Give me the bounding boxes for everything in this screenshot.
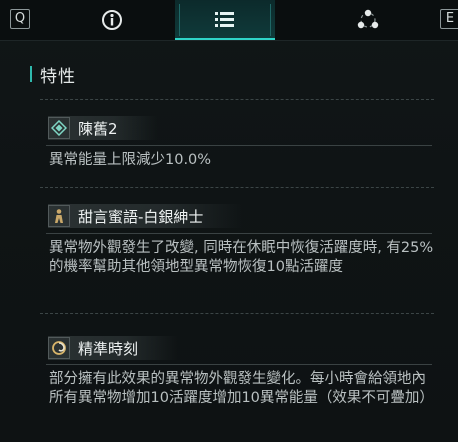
trait-separator (40, 313, 434, 314)
trait-description: 異常能量上限減少10.0% (49, 152, 212, 168)
tab-network[interactable] (338, 0, 398, 40)
trait-divider (46, 145, 432, 146)
trait-icon-frame (48, 337, 70, 359)
network-icon (357, 9, 379, 29)
diamond-icon (51, 120, 67, 136)
trait-description: 部分擁有此效果的異常物外觀發生變化。每小時會給領地內所有異常物增加10活躍度增加… (49, 371, 434, 406)
trait-header: 甜言蜜語-白銀紳士 (48, 204, 244, 228)
trait-header: 精準時刻 (48, 336, 179, 360)
trait-divider (46, 364, 432, 365)
trait-description: 異常物外觀發生了改變, 同時在休眠中恢復活躍度時, 有25%的機率幫助其他領地型… (49, 240, 434, 275)
list-icon (215, 12, 234, 27)
trait-icon-frame (48, 117, 70, 139)
tab-bar: Q E (0, 0, 458, 41)
trait-divider (46, 233, 432, 234)
section-accent-bar (30, 66, 32, 82)
trait-panel: Q E 特性 陳舊2 異常能量上限減少10.0% 甜言蜜語-白銀紳士 異常物外觀… (0, 0, 458, 442)
section-title: 特性 (40, 66, 76, 87)
info-icon (102, 10, 122, 30)
prev-tab-key-hint[interactable]: Q (10, 9, 30, 29)
trait-header: 陳舊2 (48, 116, 158, 140)
next-tab-key-hint[interactable]: E (440, 9, 458, 29)
section-header: 特性 (30, 62, 76, 87)
swirl-icon (52, 341, 66, 355)
section-divider (40, 99, 434, 100)
tab-info[interactable] (82, 0, 142, 40)
tab-traits[interactable] (175, 0, 275, 40)
trait-separator (40, 187, 434, 188)
trait-icon-frame (48, 205, 70, 227)
trait-name: 精準時刻 (78, 339, 139, 358)
figure-icon (55, 209, 63, 223)
trait-name: 甜言蜜語-白銀紳士 (78, 207, 204, 226)
trait-name: 陳舊2 (78, 119, 118, 138)
